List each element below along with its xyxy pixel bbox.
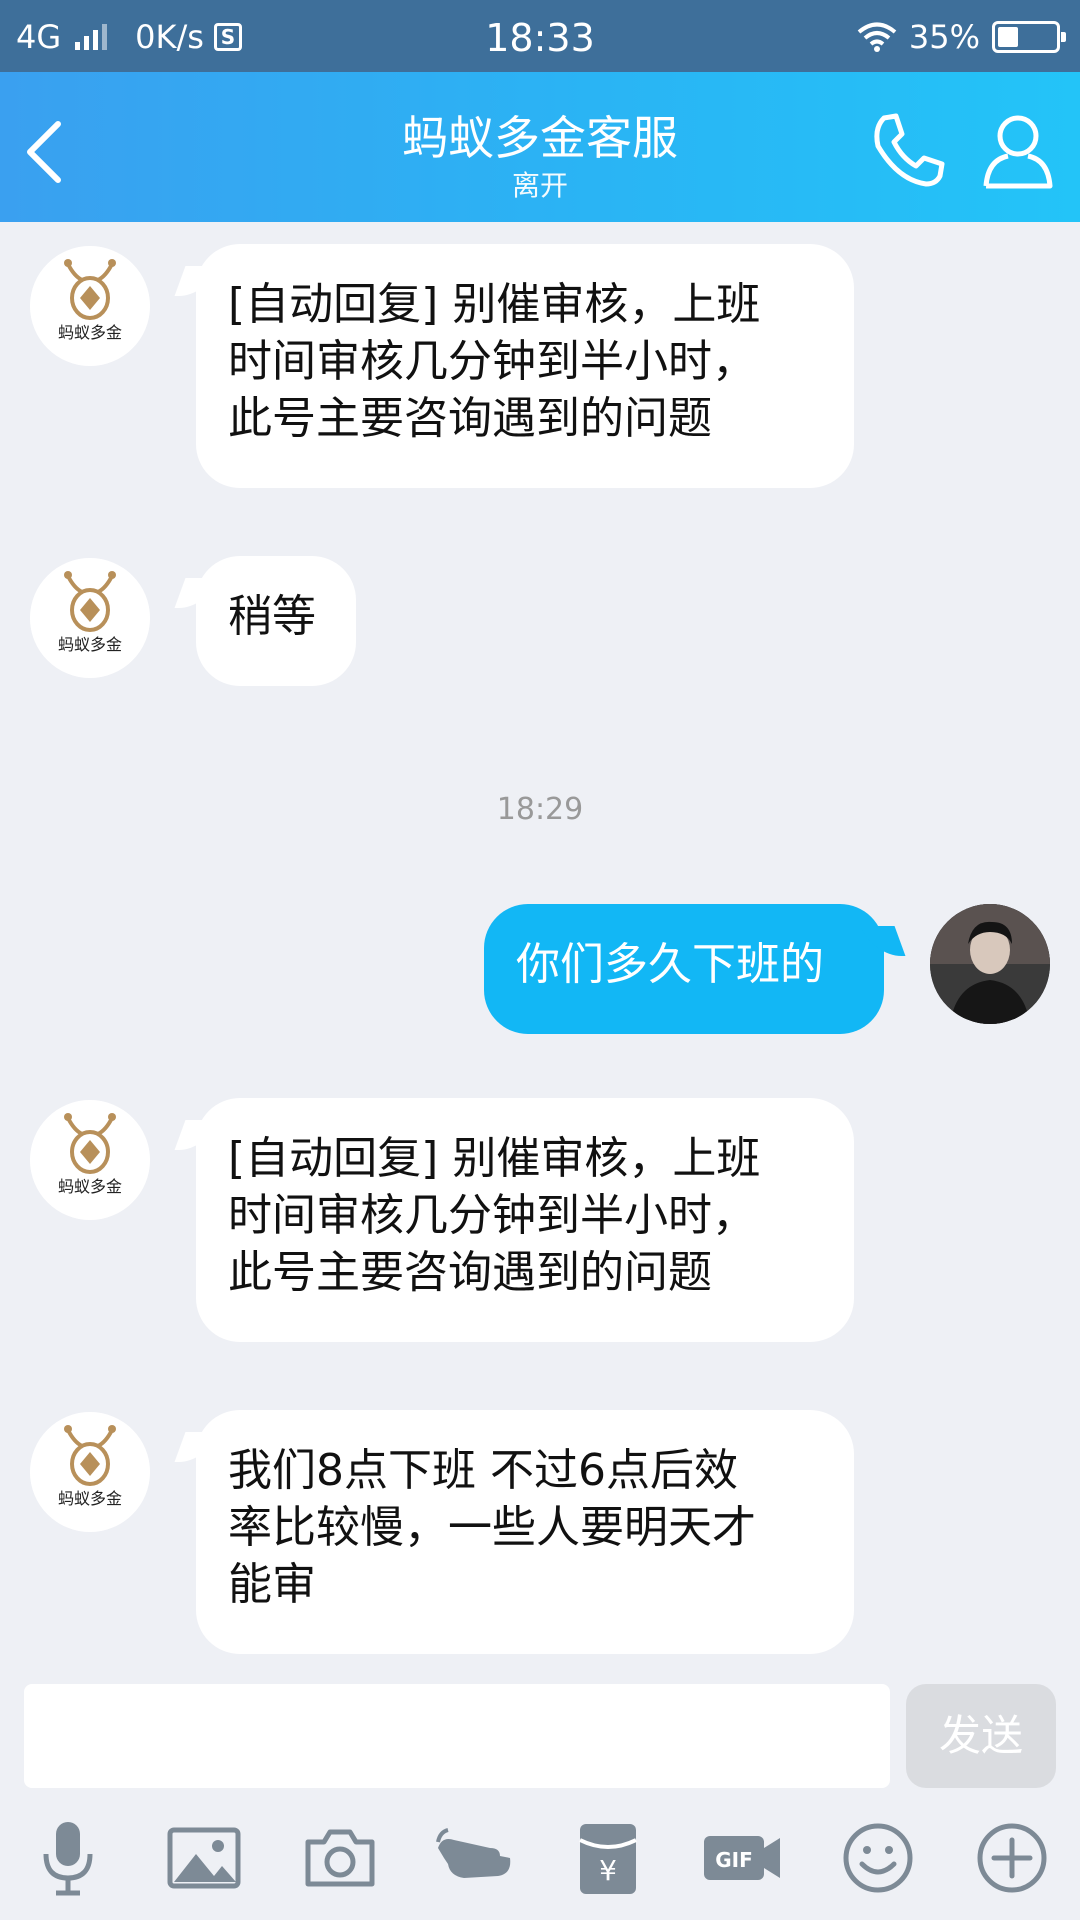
red-packet-icon[interactable]: ¥ xyxy=(568,1818,648,1898)
message-line: 此号主要咨询遇到的问题 xyxy=(228,393,712,444)
agent-logo-icon: 蚂蚁多金 xyxy=(30,246,150,366)
svg-text:¥: ¥ xyxy=(599,1854,617,1887)
incoming-message-bubble[interactable]: 我们8点下班 不过6点后效 率比较慢，一些人要明天才 能审 xyxy=(196,1410,854,1654)
status-right: 35% xyxy=(857,18,1066,56)
svg-text:蚂蚁多金: 蚂蚁多金 xyxy=(58,323,122,342)
message-line: 你们多久下班的 xyxy=(516,939,824,990)
message-line: [自动回复] 别催审核，上班 xyxy=(228,279,761,330)
plus-icon[interactable] xyxy=(972,1818,1052,1898)
agent-logo-icon: 蚂蚁多金 xyxy=(30,1100,150,1220)
incoming-message-bubble[interactable]: [自动回复] 别催审核，上班 时间审核几分钟到半小时， 此号主要咨询遇到的问题 xyxy=(196,1098,854,1342)
agent-avatar[interactable]: 蚂蚁多金 xyxy=(30,1412,150,1532)
user-avatar[interactable] xyxy=(930,904,1050,1024)
message-input[interactable] xyxy=(24,1684,890,1788)
title-bar: 蚂蚁多金客服 离开 xyxy=(0,72,1080,222)
user-photo-icon xyxy=(930,904,1050,1024)
phone-call-icon[interactable] xyxy=(868,110,948,190)
send-button[interactable]: 发送 xyxy=(906,1684,1056,1788)
agent-avatar[interactable]: 蚂蚁多金 xyxy=(30,1100,150,1220)
input-toolbar: ¥ GIF xyxy=(0,1792,1080,1920)
message-line: 稍等 xyxy=(228,591,316,642)
message-list[interactable]: 蚂蚁多金 [自动回复] 别催审核，上班 时间审核几分钟到半小时， 此号主要咨询遇… xyxy=(0,222,1080,1680)
gif-icon[interactable]: GIF xyxy=(702,1818,782,1898)
input-bar: 发送 xyxy=(0,1680,1080,1792)
svg-text:蚂蚁多金: 蚂蚁多金 xyxy=(58,1177,122,1196)
camera-icon[interactable] xyxy=(300,1818,380,1898)
agent-logo-icon: 蚂蚁多金 xyxy=(30,558,150,678)
chat-screen: 4G 0K/s S 18:33 35% 蚂蚁多金客服 离开 蚂蚁多金 [自动回复… xyxy=(0,0,1080,1920)
svg-text:蚂蚁多金: 蚂蚁多金 xyxy=(58,635,122,654)
message-line: 我们8点下班 不过6点后效 xyxy=(228,1445,738,1496)
svg-text:蚂蚁多金: 蚂蚁多金 xyxy=(58,1489,122,1508)
microphone-icon[interactable] xyxy=(28,1818,108,1898)
incoming-message-bubble[interactable]: 稍等 xyxy=(196,556,356,686)
battery-icon xyxy=(992,21,1066,53)
battery-fill xyxy=(998,27,1018,47)
emoji-icon[interactable] xyxy=(838,1818,918,1898)
message-line: 时间审核几分钟到半小时， xyxy=(228,336,756,387)
battery-percent: 35% xyxy=(908,18,980,56)
message-line: 时间审核几分钟到半小时， xyxy=(228,1190,756,1241)
message-line: 能审 xyxy=(228,1559,316,1610)
profile-icon[interactable] xyxy=(978,108,1058,192)
poke-icon[interactable] xyxy=(434,1818,514,1898)
agent-avatar[interactable]: 蚂蚁多金 xyxy=(30,246,150,366)
message-line: 此号主要咨询遇到的问题 xyxy=(228,1247,712,1298)
message-line: 率比较慢，一些人要明天才 xyxy=(228,1502,756,1553)
wifi-icon xyxy=(857,22,897,52)
status-bar: 4G 0K/s S 18:33 35% xyxy=(0,0,1080,72)
agent-avatar[interactable]: 蚂蚁多金 xyxy=(30,558,150,678)
message-timestamp: 18:29 xyxy=(496,792,584,827)
svg-text:GIF: GIF xyxy=(715,1848,753,1872)
agent-logo-icon: 蚂蚁多金 xyxy=(30,1412,150,1532)
message-line: [自动回复] 别催审核，上班 xyxy=(228,1133,761,1184)
image-icon[interactable] xyxy=(164,1818,244,1898)
incoming-message-bubble[interactable]: [自动回复] 别催审核，上班 时间审核几分钟到半小时， 此号主要咨询遇到的问题 xyxy=(196,244,854,488)
outgoing-message-bubble[interactable]: 你们多久下班的 xyxy=(484,904,884,1034)
